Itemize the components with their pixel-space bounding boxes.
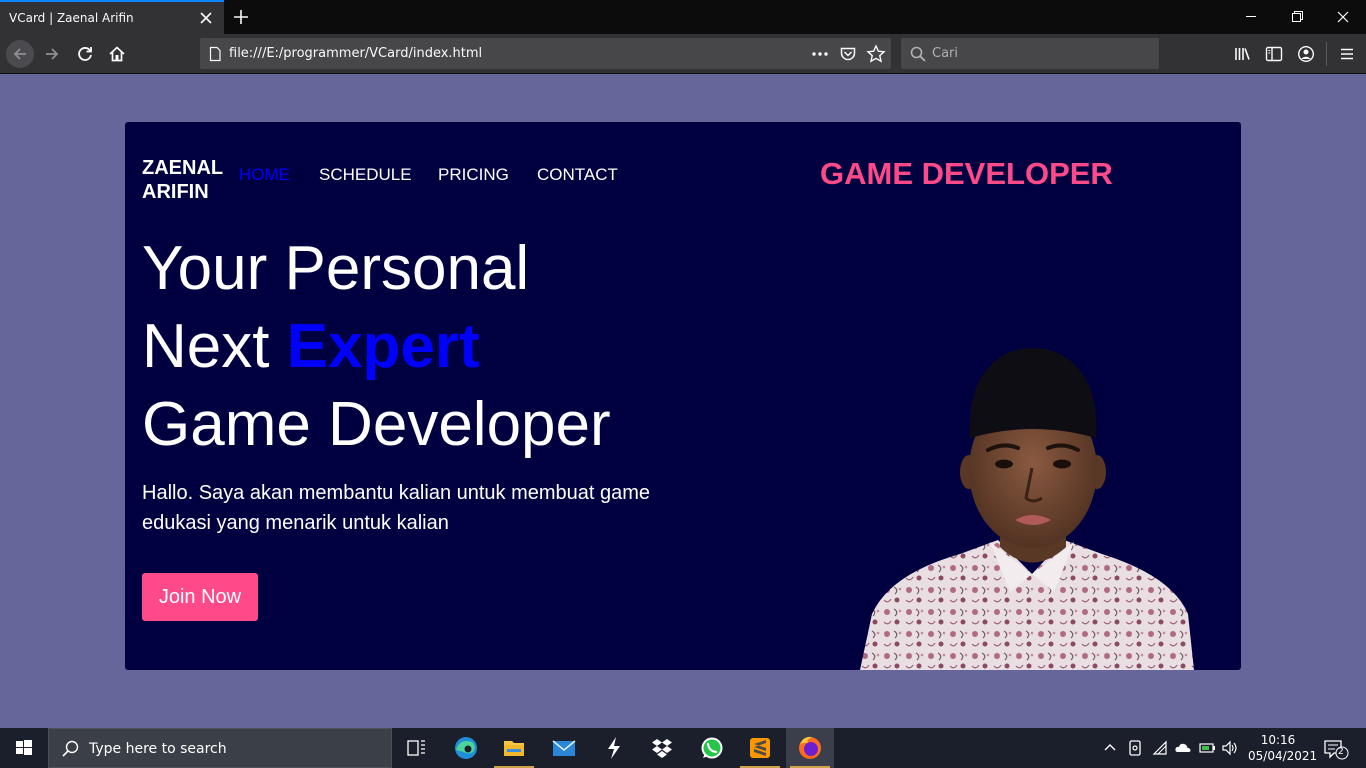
- close-icon[interactable]: [198, 10, 214, 26]
- headline-line: Game Developer: [142, 390, 611, 459]
- taskbar-clock[interactable]: 10:16 05/04/2021: [1248, 732, 1318, 764]
- page-icon: [207, 46, 223, 62]
- taskbar: Type here to search 10:16 05/04/2021 2: [0, 728, 1366, 768]
- library-icon[interactable]: [1233, 45, 1251, 63]
- brand-line: ZAENAL: [142, 157, 224, 179]
- tablet-icon[interactable]: [1127, 739, 1143, 757]
- home-icon[interactable]: [103, 40, 131, 68]
- browser-tab-bar: VCard | Zaenal Arifin: [0, 0, 1366, 34]
- search-icon: [61, 739, 81, 759]
- taskbar-search-box[interactable]: Type here to search: [48, 728, 392, 768]
- deezer-icon[interactable]: [590, 728, 638, 768]
- mail-icon[interactable]: [540, 728, 588, 768]
- browser-toolbar: file:///E:/programmer/VCard/index.html C…: [0, 34, 1366, 74]
- search-field[interactable]: Cari: [901, 38, 1159, 69]
- notification-center-icon[interactable]: 2: [1322, 738, 1350, 760]
- onedrive-icon[interactable]: [1174, 740, 1192, 756]
- minimize-icon[interactable]: [1228, 0, 1274, 34]
- nav-contact[interactable]: CONTACT: [537, 165, 618, 185]
- brand-line: ARIFIN: [142, 181, 209, 203]
- profile-photo: [860, 342, 1200, 670]
- nav-pricing[interactable]: PRICING: [438, 165, 509, 185]
- url-text: file:///E:/programmer/VCard/index.html: [229, 46, 483, 61]
- clock-time: 10:16: [1260, 733, 1296, 747]
- hero-section: ZAENAL ARIFIN HOME SCHEDULE PRICING CONT…: [125, 122, 1241, 670]
- file-explorer-icon[interactable]: [490, 728, 538, 768]
- reload-icon[interactable]: [71, 40, 99, 68]
- headline-line: Next Expert: [142, 308, 611, 386]
- headline-accent: Expert: [286, 312, 480, 381]
- chevron-up-icon[interactable]: [1102, 740, 1118, 756]
- edge-icon[interactable]: [442, 728, 490, 768]
- nav-schedule[interactable]: SCHEDULE: [319, 165, 412, 185]
- join-now-button[interactable]: Join Now: [142, 573, 258, 621]
- windows-start-icon[interactable]: [0, 728, 48, 768]
- firefox-icon[interactable]: [786, 728, 834, 768]
- clock-date: 05/04/2021: [1248, 749, 1318, 763]
- sublime-text-icon[interactable]: [736, 728, 784, 768]
- window-close-icon[interactable]: [1320, 0, 1366, 34]
- volume-icon[interactable]: [1221, 740, 1239, 756]
- search-icon: [909, 45, 927, 63]
- search-placeholder: Cari: [932, 46, 958, 61]
- sidebar-icon[interactable]: [1265, 45, 1283, 63]
- browser-tab[interactable]: VCard | Zaenal Arifin: [0, 0, 224, 34]
- pocket-icon[interactable]: [839, 45, 857, 63]
- restore-icon[interactable]: [1274, 0, 1320, 34]
- nav-home[interactable]: HOME: [239, 165, 290, 185]
- headline-line: Your Personal: [142, 234, 530, 303]
- headline-text: Next: [142, 312, 287, 381]
- page-actions-icon[interactable]: [810, 46, 830, 62]
- back-icon[interactable]: [6, 40, 34, 68]
- wifi-icon[interactable]: [1152, 740, 1170, 756]
- role-title: GAME DEVELOPER: [820, 156, 1113, 191]
- menu-icon[interactable]: [1338, 45, 1356, 63]
- dropbox-icon[interactable]: [638, 728, 686, 768]
- site-brand[interactable]: ZAENAL ARIFIN: [142, 156, 223, 204]
- tab-title: VCard | Zaenal Arifin: [9, 11, 134, 25]
- taskbar-search-placeholder: Type here to search: [89, 741, 227, 757]
- address-bar[interactable]: file:///E:/programmer/VCard/index.html: [200, 38, 891, 69]
- task-view-icon[interactable]: [392, 728, 440, 768]
- battery-icon[interactable]: [1199, 740, 1217, 756]
- hero-description: Hallo. Saya akan membantu kalian untuk m…: [142, 482, 651, 534]
- account-icon[interactable]: [1297, 45, 1315, 63]
- whatsapp-icon[interactable]: [688, 728, 736, 768]
- new-tab-icon[interactable]: [230, 6, 252, 28]
- notification-count: 2: [1338, 747, 1344, 757]
- hero-headline: Your Personal Next Expert Game Developer: [142, 230, 611, 464]
- toolbar-divider: [1326, 42, 1327, 66]
- bookmark-star-icon[interactable]: [866, 44, 886, 64]
- forward-icon[interactable]: [38, 40, 66, 68]
